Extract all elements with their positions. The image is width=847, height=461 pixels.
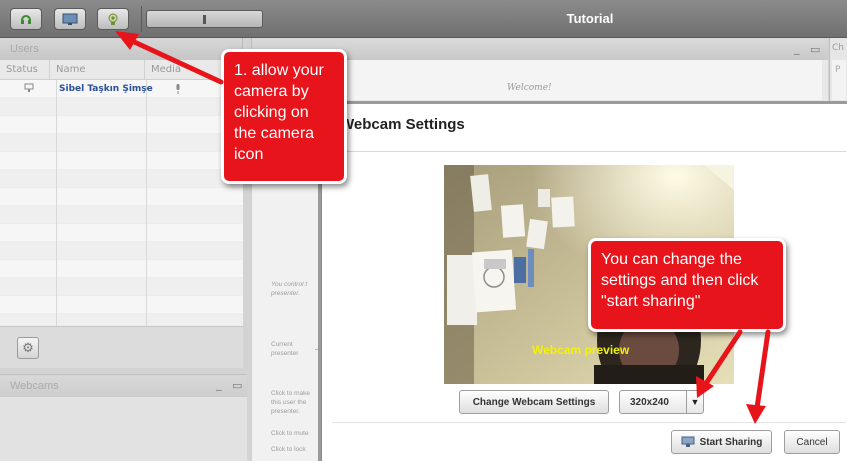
chat-tab[interactable]: Ch <box>830 38 847 58</box>
table-row <box>0 260 243 278</box>
microphone-icon[interactable] <box>175 84 181 98</box>
maximize-icon[interactable]: ▭ <box>810 43 820 56</box>
divider <box>332 422 846 423</box>
dialog-title: Webcam Settings <box>340 116 465 133</box>
headset-icon[interactable] <box>10 8 42 30</box>
resolution-value: 320x240 <box>630 397 669 408</box>
user-name[interactable]: Sibel Taşkın Şimşe <box>59 84 153 94</box>
camera-callout: 1. allow your camera by clicking on the … <box>221 49 347 184</box>
table-row <box>0 116 243 134</box>
gear-icon[interactable]: ⚙ <box>17 337 39 359</box>
make-presenter-text: Click to make this user the presenter. <box>271 390 311 415</box>
table-row <box>0 98 243 116</box>
table-row <box>0 296 243 314</box>
column-status[interactable]: Status <box>0 60 50 79</box>
column-divider <box>146 80 147 362</box>
change-webcam-settings-button[interactable]: Change Webcam Settings <box>459 390 609 414</box>
mute-text: Click to mute <box>271 430 309 437</box>
divider <box>332 151 846 152</box>
table-row <box>0 224 243 242</box>
app-window: Tutorial Users Status Name Media Sibel T… <box>0 0 847 461</box>
desktop-share-icon[interactable] <box>54 8 86 30</box>
users-panel-title: Users <box>0 38 242 60</box>
share-icon <box>681 436 695 447</box>
chevron-down-icon[interactable]: ▼ <box>686 391 703 413</box>
users-table-header: Status Name Media <box>0 60 243 80</box>
column-divider <box>56 80 57 362</box>
table-row <box>0 170 243 188</box>
cancel-button[interactable]: Cancel <box>784 430 840 454</box>
maximize-icon[interactable]: ▭ <box>232 379 242 392</box>
webcams-panel-title: Webcams <box>0 375 247 397</box>
start-sharing-label: Start Sharing <box>699 436 763 448</box>
slider-knob[interactable] <box>203 15 206 24</box>
table-row <box>0 152 243 170</box>
minimize-icon[interactable]: _ <box>794 42 800 55</box>
minimize-icon[interactable]: _ <box>216 378 222 391</box>
chat-public-tab[interactable]: P <box>832 60 846 100</box>
resolution-select[interactable]: 320x240 ▼ <box>619 390 704 414</box>
volume-slider[interactable] <box>146 10 263 28</box>
table-row <box>0 188 243 206</box>
table-row <box>0 242 243 260</box>
table-row <box>0 278 243 296</box>
table-row <box>0 206 243 224</box>
presenter-icon <box>24 83 34 96</box>
users-footer: ⚙ <box>0 326 243 368</box>
settings-callout: You can change the settings and then cli… <box>588 238 786 332</box>
control-text: You control t presenter. <box>271 281 308 297</box>
start-sharing-button[interactable]: Start Sharing <box>671 430 772 454</box>
table-row <box>0 314 243 326</box>
webcam-icon[interactable] <box>97 8 129 30</box>
preview-label: Webcam preview <box>532 343 630 357</box>
column-name[interactable]: Name <box>50 60 145 79</box>
current-presenter-label: Current presenter <box>271 341 299 357</box>
toolbar-divider <box>141 6 142 32</box>
webcams-panel: Webcams _ ▭ <box>0 374 247 461</box>
users-panel: Users Status Name Media Sibel Taşkın Şim… <box>0 38 243 368</box>
lock-text: Click to lock <box>271 446 306 453</box>
welcome-text: Welcome! <box>507 83 552 93</box>
top-toolbar: Tutorial <box>0 0 847 38</box>
table-row <box>0 134 243 152</box>
window-title: Tutorial <box>566 11 614 26</box>
